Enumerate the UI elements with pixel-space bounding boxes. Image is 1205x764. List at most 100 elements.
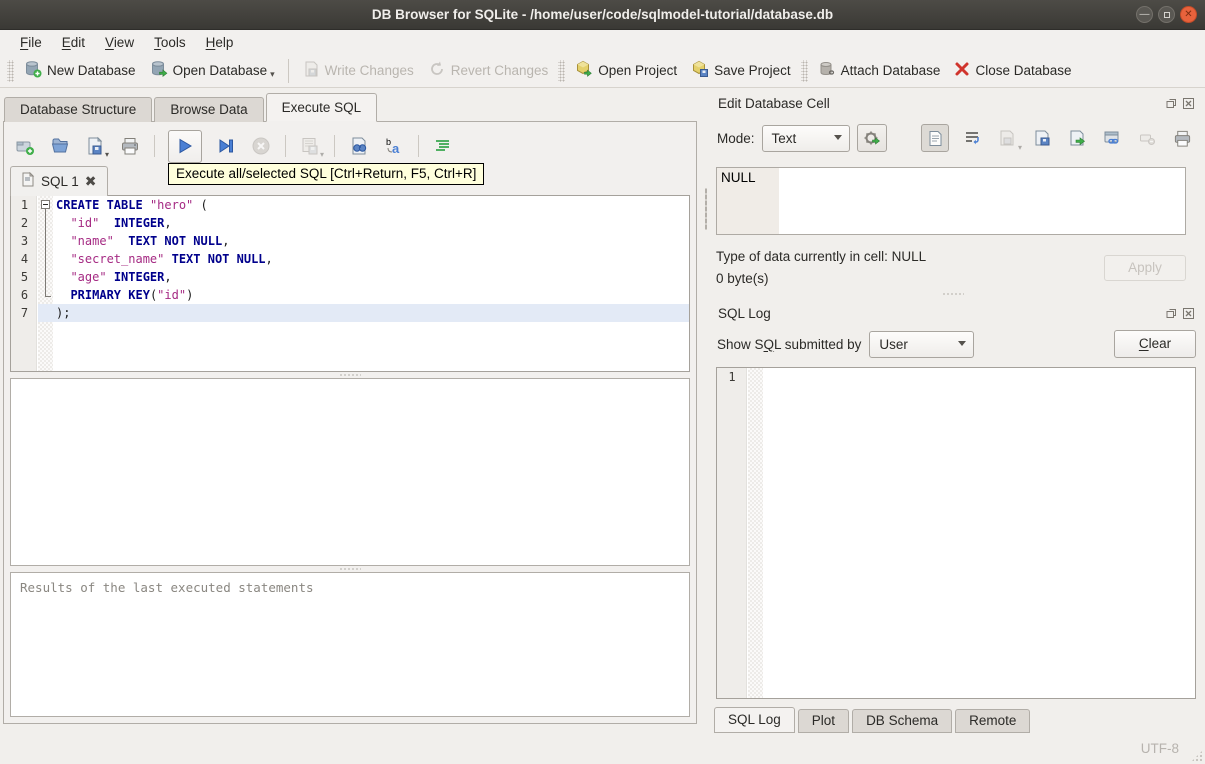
editor-line[interactable]: 1 CREATE TABLE "hero" ( — [11, 196, 689, 214]
tab-sql-log[interactable]: SQL Log — [714, 707, 795, 733]
set-null-icon[interactable] — [1135, 126, 1159, 150]
cell-value: NULL — [721, 170, 756, 185]
results-grid-pane[interactable] — [10, 378, 690, 566]
results-message-pane[interactable]: Results of the last executed statements — [10, 572, 690, 717]
apply-mode-button[interactable] — [856, 124, 887, 152]
new-database-button[interactable]: New Database — [17, 56, 143, 85]
menu-file[interactable]: File — [10, 33, 52, 52]
open-url-icon[interactable] — [1100, 126, 1124, 150]
minimize-button[interactable]: — — [1136, 6, 1153, 23]
editor-line[interactable]: 4 "secret_name" TEXT NOT NULL, — [11, 250, 689, 268]
maximize-button[interactable] — [1158, 6, 1175, 23]
open-project-icon — [575, 60, 593, 81]
cell-value-editor[interactable]: NULL — [716, 167, 1186, 235]
editor-line[interactable]: 3 "name" TEXT NOT NULL, — [11, 232, 689, 250]
execute-all-button[interactable] — [168, 129, 202, 163]
import-data-icon[interactable] — [1030, 126, 1054, 150]
attach-database-button[interactable]: Attach Database — [811, 56, 948, 85]
fold-marker — [38, 214, 53, 232]
menubar: File Edit View Tools Help — [0, 30, 1205, 54]
sql-log-dock-header: SQL Log — [709, 302, 1196, 324]
sql-log-view[interactable]: 1 — [716, 367, 1196, 699]
menu-help[interactable]: Help — [196, 33, 244, 52]
titlebar[interactable]: DB Browser for SQLite - /home/user/code/… — [0, 0, 1205, 30]
tab-database-structure[interactable]: Database Structure — [4, 97, 153, 122]
open-sql-file-icon[interactable] — [49, 135, 71, 157]
write-changes-button[interactable]: Write Changes — [295, 56, 421, 85]
format-sql-icon[interactable] — [432, 135, 454, 157]
save-cell-icon[interactable]: ▾ — [995, 126, 1022, 152]
tab-plot[interactable]: Plot — [797, 709, 850, 733]
open-database-dropdown-arrow[interactable]: ▾ — [270, 69, 275, 80]
stop-execution-icon[interactable] — [250, 135, 272, 157]
toolbar-handle[interactable] — [558, 59, 566, 82]
right-panel: Edit Database Cell Mode: Text ▾ NULL Typ… — [709, 88, 1205, 733]
cell-info-row: Type of data currently in cell: NULL 0 b… — [716, 249, 1186, 286]
close-sql1-tab-icon[interactable]: ✖ — [85, 174, 97, 188]
float-dock-icon[interactable] — [1165, 307, 1178, 320]
revert-changes-button[interactable]: Revert Changes — [421, 56, 556, 85]
toolbar-handle[interactable] — [800, 59, 808, 82]
export-data-icon[interactable] — [1065, 126, 1089, 150]
word-wrap-icon[interactable] — [960, 126, 984, 150]
code-text: "name" TEXT NOT NULL, — [70, 234, 230, 248]
menu-view[interactable]: View — [95, 33, 144, 52]
fold-marker[interactable] — [38, 196, 53, 214]
window-controls: — ✕ — [1136, 6, 1197, 23]
mode-select[interactable]: Text — [761, 124, 850, 152]
sql-code-editor[interactable]: 1 CREATE TABLE "hero" (2 "id" INTEGER, 3 "… — [10, 195, 690, 372]
text-view-icon[interactable] — [921, 124, 949, 152]
tab-execute-sql[interactable]: Execute SQL — [265, 93, 378, 122]
svg-text:b: b — [386, 137, 391, 147]
sql1-tab-label: SQL 1 — [41, 173, 79, 189]
cell-type-info: Type of data currently in cell: NULL — [716, 249, 927, 264]
bottom-tabbar: SQL Log Plot DB Schema Remote — [714, 707, 1196, 733]
sql-toolbar: ▾ ▾ ba — [10, 127, 690, 165]
save-results-icon[interactable]: ▾ — [299, 135, 324, 159]
editor-results-splitter[interactable] — [10, 372, 690, 378]
editor-line[interactable]: 5 "age" INTEGER, — [11, 268, 689, 286]
find-replace-icon[interactable]: ba — [383, 135, 405, 157]
find-in-sql-icon[interactable] — [348, 135, 370, 157]
close-dock-icon[interactable] — [1182, 307, 1195, 320]
execute-line-icon[interactable] — [215, 135, 237, 157]
open-database-icon — [150, 60, 168, 81]
log-fold-margin — [748, 368, 763, 698]
menu-edit[interactable]: Edit — [52, 33, 95, 52]
panel-splitter[interactable] — [702, 88, 709, 733]
editor-line[interactable]: 7); — [11, 304, 689, 322]
save-sql-file-icon[interactable]: ▾ — [84, 135, 109, 159]
toolbar-handle[interactable] — [7, 59, 14, 82]
open-sql-tab-icon[interactable] — [14, 135, 36, 157]
new-database-icon — [24, 60, 42, 81]
sql1-tab[interactable]: SQL 1 ✖ — [10, 166, 108, 196]
save-project-button[interactable]: Save Project — [684, 56, 798, 85]
execute-sql-page: ▾ ▾ ba SQL 1 ✖ 1 CREATE TABLE "hero" (2… — [3, 121, 697, 724]
close-button[interactable]: ✕ — [1180, 6, 1197, 23]
line-number: 5 — [20, 270, 29, 284]
sql-log-filter-select[interactable]: User — [869, 330, 975, 358]
sql-toolbar-separator — [334, 135, 335, 157]
print-sql-icon[interactable] — [119, 135, 141, 157]
open-project-button[interactable]: Open Project — [568, 56, 684, 85]
editor-line[interactable]: 6 PRIMARY KEY("id") — [11, 286, 689, 304]
results-message-splitter[interactable] — [10, 566, 690, 572]
tab-db-schema[interactable]: DB Schema — [852, 709, 953, 733]
close-database-button[interactable]: Close Database — [947, 57, 1078, 84]
open-database-button[interactable]: Open Database ▾ — [143, 56, 282, 85]
log-line-number: 1 — [728, 370, 736, 384]
editor-line[interactable]: 2 "id" INTEGER, — [11, 214, 689, 232]
resize-grip[interactable] — [1191, 750, 1203, 762]
toolbar-separator — [287, 58, 289, 83]
menu-tools[interactable]: Tools — [144, 33, 196, 52]
dock-splitter[interactable] — [709, 286, 1196, 302]
print-cell-icon[interactable] — [1170, 126, 1194, 150]
close-dock-icon[interactable] — [1182, 97, 1195, 110]
clear-log-button[interactable]: Clear — [1114, 330, 1196, 358]
tab-browse-data[interactable]: Browse Data — [154, 97, 264, 122]
tab-remote[interactable]: Remote — [955, 709, 1031, 733]
window-title: DB Browser for SQLite - /home/user/code/… — [371, 7, 834, 22]
sql-log-filter-row: Show SQL submitted by User Clear — [709, 326, 1196, 362]
apply-button[interactable]: Apply — [1104, 254, 1186, 281]
float-dock-icon[interactable] — [1165, 97, 1178, 110]
